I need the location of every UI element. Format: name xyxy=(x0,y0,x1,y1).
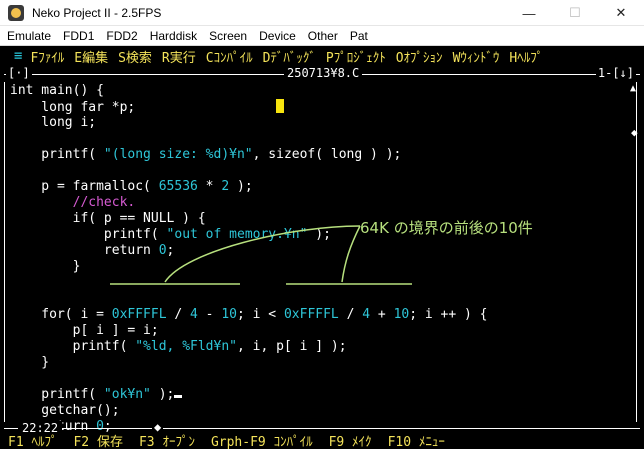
key-f2-save[interactable]: F2 保存 xyxy=(73,431,138,449)
menu-pat[interactable]: Pat xyxy=(344,29,374,43)
menu-bar: Emulate FDD1 FDD2 Harddisk Screen Device… xyxy=(0,26,644,46)
menu-fdd2[interactable]: FDD2 xyxy=(100,29,143,43)
maximize-button[interactable]: ☐ xyxy=(552,0,598,26)
shortcut-key-bar: F1 ﾍﾙﾌﾟ F2 保存 F3 ｵｰﾌﾟﾝ Grph-F9 ｺﾝﾊﾟｲﾙ F9… xyxy=(0,432,644,449)
menu-emulate[interactable]: Emulate xyxy=(0,29,57,43)
menu-screen[interactable]: Screen xyxy=(203,29,253,43)
callout-line-left xyxy=(164,225,361,283)
menu-harddisk[interactable]: Harddisk xyxy=(144,29,203,43)
menu-device[interactable]: Device xyxy=(253,29,302,43)
callout-line-right xyxy=(341,225,361,283)
key-grph-f9-compile[interactable]: Grph-F9 ｺﾝﾊﾟｲﾙ xyxy=(211,431,329,449)
close-button[interactable]: ✕ xyxy=(598,0,644,26)
cat-icon xyxy=(8,4,24,21)
key-f10-menu[interactable]: F10 ﾒﾆｭｰ xyxy=(388,431,461,449)
emulator-screen: ≡ Fﾌｧｲﾙ E編集 S検索 R実行 Cｺﾝﾊﾟｲﾙ Dﾃﾞﾊﾞｯｸﾞ Pﾌﾟ… xyxy=(0,46,644,449)
annotation-label: 64K の境界の前後の10件 xyxy=(360,219,533,237)
menu-fdd1[interactable]: FDD1 xyxy=(57,29,100,43)
annotation-callout xyxy=(110,225,412,285)
title-bar: Neko Project II - 2.5FPS — ☐ ✕ xyxy=(0,0,644,26)
minimize-button[interactable]: — xyxy=(506,0,552,26)
window-controls: — ☐ ✕ xyxy=(506,0,644,26)
key-f3-open[interactable]: F3 ｵｰﾌﾟﾝ xyxy=(139,431,211,449)
menu-other[interactable]: Other xyxy=(302,29,344,43)
window-title: Neko Project II - 2.5FPS xyxy=(32,5,162,20)
key-f1-help[interactable]: F1 ﾍﾙﾌﾟ xyxy=(8,431,73,449)
key-f9-make[interactable]: F9 ﾒｲｸ xyxy=(329,431,388,449)
